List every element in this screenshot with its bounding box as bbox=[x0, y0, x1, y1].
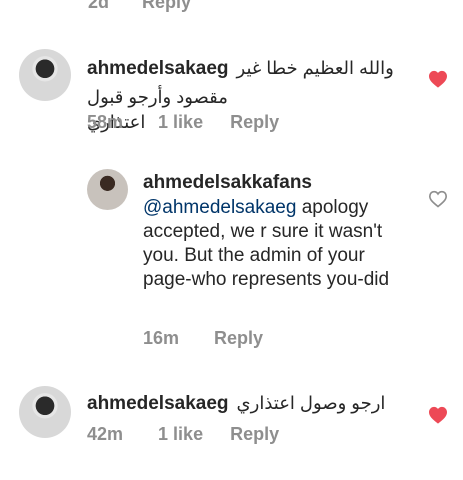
heart-outline-icon[interactable] bbox=[428, 190, 448, 208]
comment-time: 42m bbox=[87, 424, 124, 444]
likes-count[interactable]: 1 like bbox=[158, 424, 203, 444]
partial-comment-meta: 2d Reply bbox=[88, 0, 213, 13]
comment-time: 58m bbox=[87, 112, 124, 132]
avatar[interactable] bbox=[19, 386, 71, 438]
comment-meta: 42m 1 like Reply bbox=[87, 424, 301, 445]
likes-count[interactable]: 1 like bbox=[158, 112, 203, 132]
comment-text: @ahmedelsakaeg apology accepted, we r su… bbox=[143, 196, 413, 292]
comment-text: والله العظيم خطا غير bbox=[236, 58, 394, 78]
avatar[interactable] bbox=[87, 169, 128, 210]
comment-meta: 16m Reply bbox=[143, 328, 285, 349]
reply-button[interactable]: Reply bbox=[230, 112, 279, 132]
comment-time: 16m bbox=[143, 328, 180, 348]
comment-username[interactable]: ahmedelsakaeg bbox=[87, 393, 229, 415]
comment-username[interactable]: ahmedelsakkafans bbox=[143, 172, 413, 194]
reply-button[interactable]: Reply bbox=[142, 0, 191, 12]
avatar[interactable] bbox=[19, 49, 71, 101]
comment-time: 2d bbox=[88, 0, 110, 12]
reply-button[interactable]: Reply bbox=[230, 424, 279, 444]
comment-username[interactable]: ahmedelsakaeg bbox=[87, 58, 229, 80]
reply-button[interactable]: Reply bbox=[214, 328, 263, 348]
comment-meta: 58m 1 like Reply bbox=[87, 112, 301, 133]
mention-link[interactable]: @ahmedelsakaeg bbox=[143, 197, 296, 218]
heart-filled-icon[interactable] bbox=[428, 70, 448, 88]
comment-item: ahmedelsakkafans @ahmedelsakaeg apology … bbox=[143, 172, 413, 292]
heart-filled-icon[interactable] bbox=[428, 406, 448, 424]
comment-item: ahmedelsakaeg ارجو وصول اعتذاري bbox=[87, 391, 407, 416]
comment-text: ارجو وصول اعتذاري bbox=[236, 393, 386, 413]
